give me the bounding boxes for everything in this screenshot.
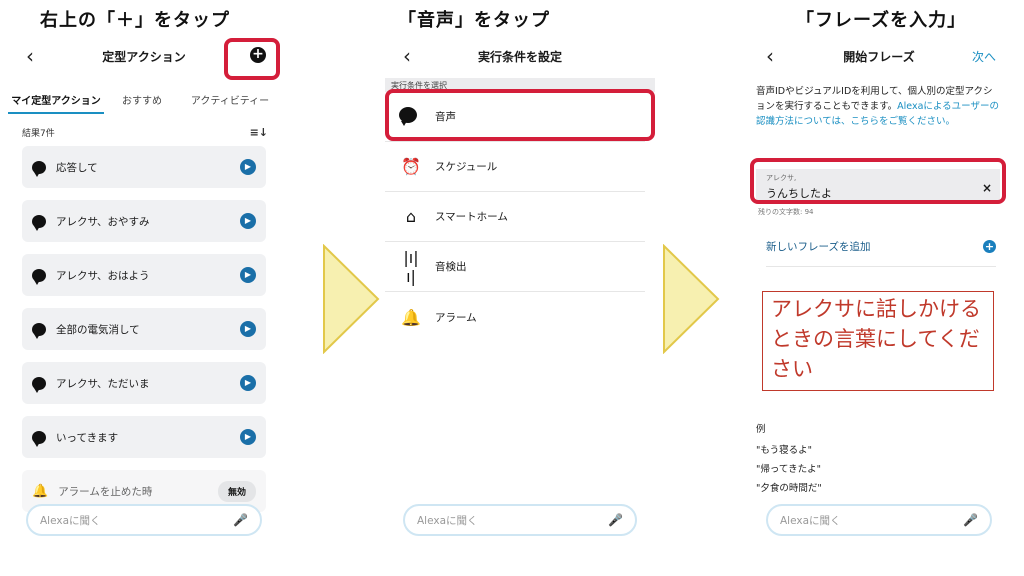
add-circle-icon[interactable]: +: [983, 240, 996, 253]
phrase-field[interactable]: アレクサ, うんちしたよ ×: [756, 169, 1000, 203]
add-phrase-button[interactable]: 新しいフレーズを追加 +: [766, 240, 996, 267]
status-badge: 無効: [217, 480, 256, 502]
section-header: 実行条件を選択: [385, 78, 655, 92]
sort-icon[interactable]: ≡↓: [250, 126, 268, 146]
arrow-icon: [663, 244, 720, 354]
routine-item[interactable]: いってきます ▶: [22, 416, 266, 458]
routine-item[interactable]: アレクサ、おやすみ ▶: [22, 200, 266, 242]
smart-home-icon: ⌂: [405, 207, 417, 226]
step1-caption: 右上の「＋」をタップ: [40, 10, 230, 31]
alexa-input[interactable]: Alexaに聞く 🎤: [26, 504, 262, 536]
alarm-clock-icon: ⏰: [401, 157, 421, 176]
mic-icon[interactable]: 🎤: [963, 513, 978, 527]
condition-alarm[interactable]: 🔔 アラーム: [385, 292, 645, 342]
play-icon[interactable]: ▶: [240, 213, 256, 229]
next-button[interactable]: 次へ: [972, 48, 996, 65]
nav-bar: ‹ 定型アクション +: [8, 36, 280, 78]
add-phrase-label: 新しいフレーズを追加: [766, 241, 871, 253]
condition-label: 音検出: [435, 261, 467, 273]
page-title: 実行条件を設定: [477, 50, 562, 64]
speech-bubble-icon: [32, 430, 46, 447]
routine-item[interactable]: アレクサ、ただいま ▶: [22, 362, 266, 404]
phrase-value[interactable]: うんちしたよ: [766, 185, 990, 201]
condition-label: スマートホーム: [435, 211, 508, 223]
mic-icon[interactable]: 🎤: [608, 513, 623, 527]
condition-label: 音声: [435, 111, 456, 123]
speech-bubble-icon: [32, 268, 46, 285]
arrow-icon: [323, 244, 380, 354]
condition-label: スケジュール: [435, 161, 498, 173]
condition-label: アラーム: [435, 311, 477, 324]
play-icon[interactable]: ▶: [240, 429, 256, 445]
tab-my-routines[interactable]: マイ定型アクション: [8, 78, 104, 114]
page-title: 定型アクション: [102, 50, 186, 64]
speech-bubble-icon: [32, 376, 46, 393]
speech-bubble-icon: [32, 160, 46, 177]
results-row: 結果7件 ≡↓: [8, 114, 280, 146]
results-count: 結果7件: [22, 129, 55, 139]
routine-label: 応答して: [56, 161, 98, 174]
alexa-placeholder: Alexaに聞く: [417, 514, 478, 527]
routine-label: アレクサ、おやすみ: [56, 215, 150, 228]
description: 音声IDやビジュアルIDを利用して、個人別の定型アクションを実行することもできま…: [748, 78, 1010, 129]
phrase-label: アレクサ,: [766, 174, 797, 182]
condition-sound-detection[interactable]: |ı|ı| 音検出: [385, 242, 645, 292]
alexa-input[interactable]: Alexaに聞く 🎤: [403, 504, 637, 536]
speech-bubble-icon: [399, 106, 423, 127]
routine-label: アラームを止めた時: [58, 485, 153, 498]
routine-label: いってきます: [56, 431, 119, 444]
routine-item[interactable]: 応答して ▶: [22, 146, 266, 188]
mic-icon[interactable]: 🎤: [233, 513, 248, 527]
nav-bar: ‹ 開始フレーズ 次へ: [748, 36, 1010, 78]
tab-activity[interactable]: アクティビティー: [180, 78, 280, 114]
nav-bar: ‹ 実行条件を設定: [385, 36, 655, 78]
condition-smart-home[interactable]: ⌂ スマートホーム: [385, 192, 645, 242]
page-title: 開始フレーズ: [843, 50, 915, 64]
condition-schedule[interactable]: ⏰ スケジュール: [385, 142, 645, 192]
annotation-note: アレクサに話しかけるときの言葉にしてください: [762, 291, 994, 391]
routines-screen: ‹ 定型アクション + マイ定型アクション おすすめ アクティビティー 結果7件…: [8, 36, 280, 576]
play-icon[interactable]: ▶: [240, 375, 256, 391]
trigger-screen: ‹ 実行条件を設定 実行条件を選択 音声 ⏰ スケジュール ⌂ スマートホーム …: [385, 36, 655, 576]
remaining-chars: 残りの文字数: 94: [758, 208, 814, 216]
routine-label: 全部の電気消して: [56, 323, 140, 336]
routine-item[interactable]: アレクサ、おはよう ▶: [22, 254, 266, 296]
play-icon[interactable]: ▶: [240, 321, 256, 337]
bell-icon: 🔔: [32, 483, 49, 499]
alexa-placeholder: Alexaに聞く: [780, 514, 841, 527]
example-item: "夕食の時間だ": [756, 483, 822, 494]
routine-label: アレクサ、ただいま: [56, 377, 150, 390]
routine-label: アレクサ、おはよう: [56, 269, 150, 282]
alexa-input[interactable]: Alexaに聞く 🎤: [766, 504, 992, 536]
step2-caption: 「音声」をタップ: [398, 10, 550, 31]
phrase-screen: ‹ 開始フレーズ 次へ 音声IDやビジュアルIDを利用して、個人別の定型アクショ…: [748, 36, 1010, 576]
speech-bubble-icon: [32, 322, 46, 339]
tab-featured[interactable]: おすすめ: [104, 78, 180, 114]
example-item: "帰ってきたよ": [756, 464, 821, 475]
tab-bar: マイ定型アクション おすすめ アクティビティー: [8, 78, 280, 114]
play-icon[interactable]: ▶: [240, 267, 256, 283]
example-block: 例 "もう寝るよ" "帰ってきたよ" "夕食の時間だ": [756, 420, 822, 498]
step3-caption: 「フレーズを入力」: [796, 10, 967, 31]
example-title: 例: [756, 424, 766, 435]
speech-bubble-icon: [32, 214, 46, 231]
clear-icon[interactable]: ×: [982, 181, 992, 195]
condition-voice[interactable]: 音声: [385, 92, 645, 142]
bell-icon: 🔔: [401, 307, 421, 327]
play-icon[interactable]: ▶: [240, 159, 256, 175]
routine-item[interactable]: 全部の電気消して ▶: [22, 308, 266, 350]
alexa-placeholder: Alexaに聞く: [40, 514, 101, 527]
sound-wave-icon: |ı|ı|: [403, 247, 419, 286]
example-item: "もう寝るよ": [756, 445, 812, 456]
add-routine-button[interactable]: +: [250, 47, 266, 63]
